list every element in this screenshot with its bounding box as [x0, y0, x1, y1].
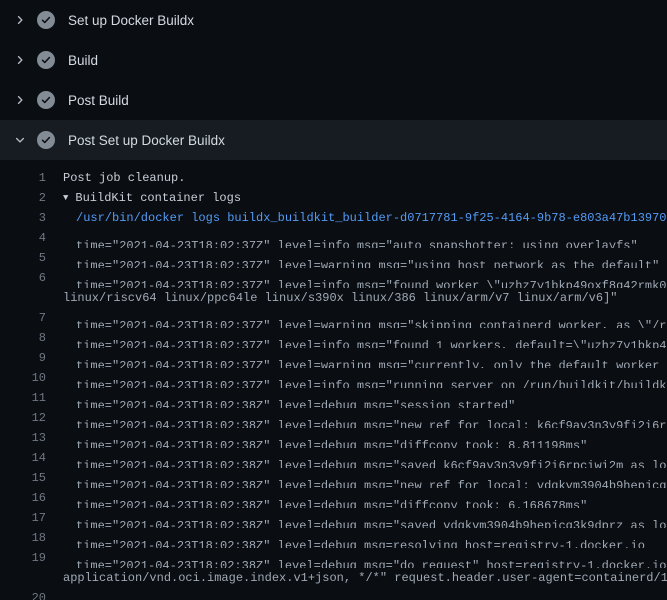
step-header-post-set-up-docker-buildx[interactable]: Post Set up Docker Buildx [0, 120, 667, 160]
line-number[interactable]: 8 [0, 328, 46, 348]
line-number [0, 568, 46, 588]
line-number[interactable]: 15 [0, 468, 46, 488]
log-line: 18 time="2021-04-23T18:02:38Z" level=debu… [0, 528, 667, 548]
log-line-text: time="2021-04-23T18:02:38Z" level=debug … [63, 508, 667, 528]
log-line: 20 time="2021-04-23T18:02:38Z" level=debu… [0, 588, 667, 600]
log-line: 9 time="2021-04-23T18:02:37Z" level=warni… [0, 348, 667, 368]
check-circle-icon [37, 11, 55, 29]
line-number[interactable]: 17 [0, 508, 46, 528]
log-line-text: time="2021-04-23T18:02:37Z" level=info m… [63, 368, 667, 388]
line-number[interactable]: 14 [0, 448, 46, 468]
log-line-text: time="2021-04-23T18:02:37Z" level=info m… [63, 228, 667, 248]
log-area: 1 Post job cleanup. 2 ▼ BuildKit container l… [0, 160, 667, 600]
log-line: 15 time="2021-04-23T18:02:38Z" level=debu… [0, 468, 667, 488]
line-number [0, 288, 46, 308]
line-number[interactable]: 12 [0, 408, 46, 428]
log-line: 13 time="2021-04-23T18:02:38Z" level=debu… [0, 428, 667, 448]
log-line-text: time="2021-04-23T18:02:38Z" level=debug … [63, 388, 667, 408]
line-number[interactable]: 6 [0, 268, 46, 288]
step-header-set-up-docker-buildx[interactable]: Set up Docker Buildx [0, 0, 667, 40]
log-line: 10 time="2021-04-23T18:02:37Z" level=info… [0, 368, 667, 388]
log-line: 17 time="2021-04-23T18:02:38Z" level=debu… [0, 508, 667, 528]
step-header-build[interactable]: Build [0, 40, 667, 80]
log-line-text: linux/riscv64 linux/ppc64le linux/s390x … [63, 288, 667, 308]
log-line: 14 time="2021-04-23T18:02:38Z" level=debu… [0, 448, 667, 468]
log-line-text: Post job cleanup. [63, 168, 667, 188]
line-number[interactable]: 1 [0, 168, 46, 188]
chevron-right-icon[interactable] [12, 12, 28, 28]
log-line-text: time="2021-04-23T18:02:38Z" level=debug … [63, 448, 667, 468]
log-line-text: application/vnd.oci.image.index.v1+json,… [63, 568, 667, 588]
log-command-text: /usr/bin/docker logs buildx_buildkit_bui… [63, 208, 667, 228]
log-line: 6 time="2021-04-23T18:02:37Z" level=info … [0, 268, 667, 288]
step-title: Post Set up Docker Buildx [68, 133, 225, 148]
actions-log-viewer: Set up Docker Buildx Build Post Build Post … [0, 0, 667, 600]
line-number[interactable]: 18 [0, 528, 46, 548]
line-number[interactable]: 4 [0, 228, 46, 248]
line-number[interactable]: 20 [0, 588, 46, 600]
log-line-text: time="2021-04-23T18:02:38Z" level=debug … [63, 528, 667, 548]
line-number[interactable]: 16 [0, 488, 46, 508]
log-group-title-text: BuildKit container logs [75, 191, 241, 205]
check-circle-icon [37, 131, 55, 149]
step-title: Build [68, 53, 98, 68]
log-line: 12 time="2021-04-23T18:02:38Z" level=debu… [0, 408, 667, 428]
line-number[interactable]: 2 [0, 188, 46, 208]
line-number[interactable]: 3 [0, 208, 46, 228]
log-line: 7 time="2021-04-23T18:02:37Z" level=warni… [0, 308, 667, 328]
step-title: Post Build [68, 93, 129, 108]
chevron-down-icon[interactable] [12, 132, 28, 148]
line-number[interactable]: 10 [0, 368, 46, 388]
log-line-text: time="2021-04-23T18:02:38Z" level=debug … [63, 588, 667, 600]
log-line: 5 time="2021-04-23T18:02:37Z" level=warni… [0, 248, 667, 268]
check-circle-icon [37, 91, 55, 109]
chevron-right-icon[interactable] [12, 52, 28, 68]
line-number[interactable]: 9 [0, 348, 46, 368]
step-list: Set up Docker Buildx Build Post Build Post … [0, 0, 667, 160]
log-line: 1 Post job cleanup. [0, 168, 667, 188]
log-line: 16 time="2021-04-23T18:02:38Z" level=debu… [0, 488, 667, 508]
log-line-text: time="2021-04-23T18:02:37Z" level=warnin… [63, 348, 667, 368]
line-number[interactable]: 11 [0, 388, 46, 408]
check-circle-icon [37, 51, 55, 69]
chevron-right-icon[interactable] [12, 92, 28, 108]
log-line-text: time="2021-04-23T18:02:37Z" level=warnin… [63, 308, 667, 328]
log-line-text: time="2021-04-23T18:02:37Z" level=warnin… [63, 248, 667, 268]
log-line-text: time="2021-04-23T18:02:38Z" level=debug … [63, 488, 667, 508]
step-header-post-build[interactable]: Post Build [0, 80, 667, 120]
log-line: 4 time="2021-04-23T18:02:37Z" level=info … [0, 228, 667, 248]
log-line: 2 ▼ BuildKit container logs [0, 188, 667, 208]
group-toggle-icon[interactable]: ▼ [63, 188, 68, 208]
log-line: application/vnd.oci.image.index.v1+json,… [0, 568, 667, 588]
log-line-text: time="2021-04-23T18:02:37Z" level=info m… [63, 268, 667, 288]
line-number[interactable]: 7 [0, 308, 46, 328]
log-line: 3/usr/bin/docker logs buildx_buildkit_bu… [0, 208, 667, 228]
log-line-text: time="2021-04-23T18:02:38Z" level=debug … [63, 468, 667, 488]
step-title: Set up Docker Buildx [68, 13, 194, 28]
line-number[interactable]: 19 [0, 548, 46, 568]
log-line: 19 time="2021-04-23T18:02:38Z" level=debu… [0, 548, 667, 568]
log-group-title[interactable]: ▼ BuildKit container logs [63, 188, 667, 208]
log-line-text: time="2021-04-23T18:02:38Z" level=debug … [63, 408, 667, 428]
log-line: 8 time="2021-04-23T18:02:37Z" level=info … [0, 328, 667, 348]
log-line: 11 time="2021-04-23T18:02:38Z" level=debu… [0, 388, 667, 408]
log-line-text: time="2021-04-23T18:02:38Z" level=debug … [63, 428, 667, 448]
log-line: linux/riscv64 linux/ppc64le linux/s390x … [0, 288, 667, 308]
line-number[interactable]: 13 [0, 428, 46, 448]
line-number[interactable]: 5 [0, 248, 46, 268]
log-line-text: time="2021-04-23T18:02:37Z" level=info m… [63, 328, 667, 348]
log-line-text: time="2021-04-23T18:02:38Z" level=debug … [63, 548, 667, 568]
